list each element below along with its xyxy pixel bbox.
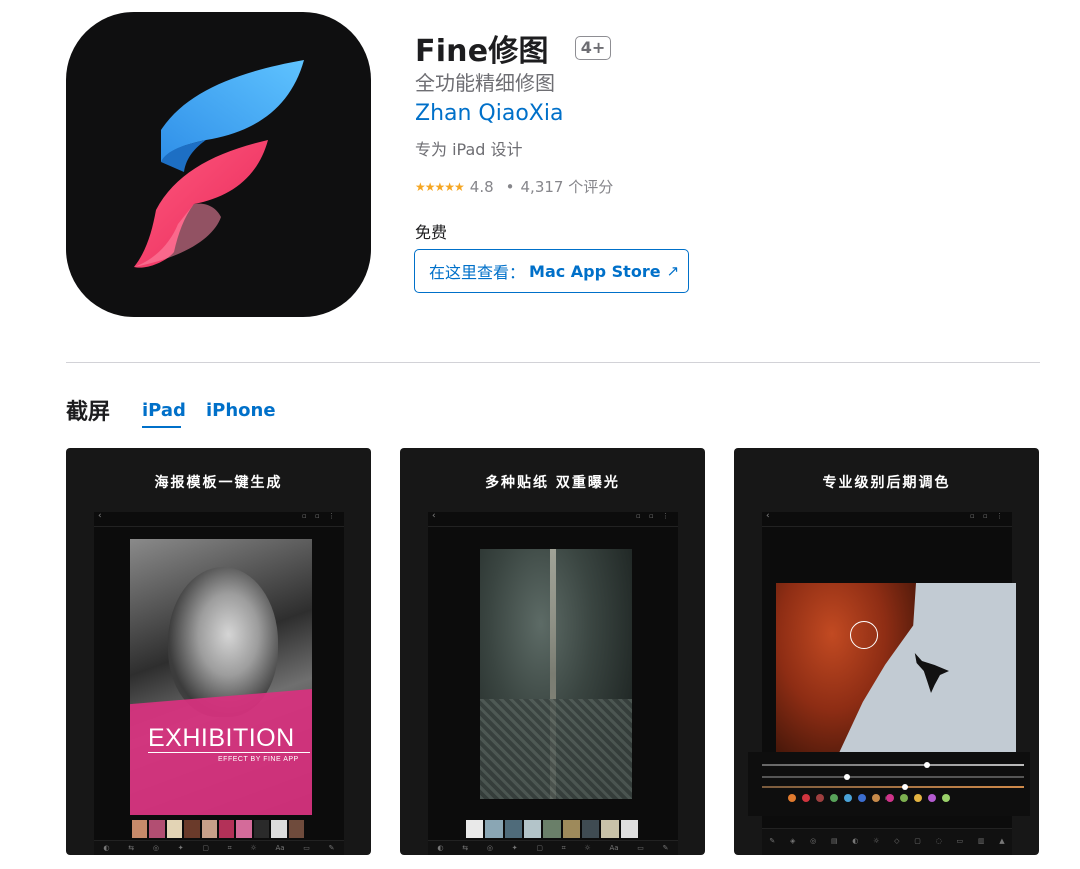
developer-link[interactable]: Zhan QiaoXia xyxy=(415,101,563,126)
climber-silhouette xyxy=(914,653,949,693)
rating-value: 4.8 xyxy=(469,177,494,196)
city-texture xyxy=(480,699,632,799)
editor-bottom-bar: ✎ ◈ ◎ ▤ ◐ ☼ ◇ ▢ ◌ ▭ ▥ ▲ xyxy=(762,828,1012,855)
app-subtitle: 全功能精细修图 xyxy=(415,71,555,95)
rating-count: 4,317 个评分 xyxy=(520,178,614,196)
designed-for-label: 专为 iPad 设计 xyxy=(415,140,523,159)
rating-stars-icon: ★★★★★ xyxy=(415,179,465,194)
device-screen: ‹ ▫ ▫ ⋮ HSL ✎◈◎▤◐☼◇▢◌▭▥▲ xyxy=(748,511,1030,855)
external-arrow-icon: ↗ xyxy=(666,262,680,280)
section-divider xyxy=(66,362,1040,363)
luminance-slider-knob[interactable] xyxy=(902,784,908,790)
back-icon: ‹ xyxy=(98,511,102,521)
screenshot-card-3[interactable]: 专业级别后期调色 ‹ ▫ ▫ ⋮ HSL ✎◈◎▤◐☼◇▢◌▭▥▲ xyxy=(734,448,1039,855)
tab-ipad[interactable]: iPad xyxy=(142,400,186,421)
tool-icons[interactable]: ◐ ⇆ ◎ ✦ ▢ ⌗ ☼ Aa ▭ ✎ xyxy=(94,844,344,853)
screenshot-card-2[interactable]: 多种贴纸 双重曝光 ‹ ▫ ▫ ⋮ ◐ ⇆ ◎ ✦ ▢ ⌗ ☼ Aa ▭ ✎ xyxy=(400,448,705,855)
toolbar-icons: ▫ ▫ ⋮ xyxy=(970,512,1006,520)
back-icon: ‹ xyxy=(432,511,436,521)
editor-top-bar: ‹ ▫ ▫ ⋮ xyxy=(762,511,1012,527)
app-title: Fine修图 xyxy=(415,34,549,69)
tab-iphone[interactable]: iPhone xyxy=(206,400,276,421)
view-in-mac-app-store-button[interactable]: 在这里查看： Mac App Store ↗ xyxy=(414,249,689,293)
toolbar-icons: ▫ ▫ ⋮ xyxy=(302,512,338,520)
price-label: 免费 xyxy=(415,223,448,242)
editor-top-bar: ‹ ▫ ▫ ⋮ xyxy=(428,511,678,527)
saturation-slider[interactable] xyxy=(762,774,1024,780)
screenshot-card-1[interactable]: 海报模板一键生成 ‹ ▫ ▫ ⋮ EXHIBITION EFFECT BY FI… xyxy=(66,448,371,855)
device-screen: ‹ ▫ ▫ ⋮ EXHIBITION EFFECT BY FINE APP ◐ ⇆… xyxy=(94,511,344,855)
selection-circle[interactable] xyxy=(850,621,878,649)
screenshot-caption: 海报模板一键生成 xyxy=(154,475,283,491)
saturation-slider-knob[interactable] xyxy=(844,774,850,780)
sticker-thumbnails[interactable] xyxy=(466,820,638,838)
template-thumbnails[interactable] xyxy=(132,820,305,838)
tool-icons[interactable]: ✎ ◈ ◎ ▤ ◐ ☼ ◇ ▢ ◌ ▭ ▥ ▲ xyxy=(762,837,1012,845)
screenshot-caption: 多种贴纸 双重曝光 xyxy=(485,475,620,491)
luminance-slider[interactable] xyxy=(762,784,1024,790)
separator-dot: • xyxy=(505,177,515,196)
hue-slider-knob[interactable] xyxy=(924,762,930,768)
hue-slider[interactable] xyxy=(762,762,1024,768)
poster-subtitle: EFFECT BY FINE APP xyxy=(218,756,299,763)
climbing-photo xyxy=(776,583,1016,753)
mac-button-store: Mac App Store xyxy=(529,261,661,281)
editor-bottom-bar: ◐ ⇆ ◎ ✦ ▢ ⌗ ☼ Aa ▭ ✎ xyxy=(94,840,344,855)
red-rock xyxy=(776,583,916,753)
back-icon: ‹ xyxy=(766,511,770,521)
poster-title: EXHIBITION xyxy=(148,724,295,752)
toolbar-icons: ▫ ▫ ⋮ xyxy=(636,512,672,520)
double-exposure-photo xyxy=(480,549,632,799)
hsl-adjust-panel: HSL xyxy=(748,752,1030,816)
app-icon xyxy=(66,12,371,317)
screenshots-title: 截屏 xyxy=(66,400,111,425)
screenshot-caption: 专业级别后期调色 xyxy=(822,475,951,491)
mac-button-prefix: 在这里查看： xyxy=(429,263,526,282)
device-screen: ‹ ▫ ▫ ⋮ ◐ ⇆ ◎ ✦ ▢ ⌗ ☼ Aa ▭ ✎ xyxy=(428,511,678,855)
tab-selected-indicator xyxy=(142,426,181,428)
age-rating-badge: 4+ xyxy=(574,36,612,60)
color-swatches[interactable] xyxy=(788,794,950,802)
poster-photo: EXHIBITION EFFECT BY FINE APP xyxy=(130,539,312,815)
fine-logo-icon xyxy=(134,60,304,268)
editor-top-bar: ‹ ▫ ▫ ⋮ xyxy=(94,511,344,527)
editor-bottom-bar: ◐ ⇆ ◎ ✦ ▢ ⌗ ☼ Aa ▭ ✎ xyxy=(428,840,678,855)
poster-rule xyxy=(148,752,310,753)
rating-row: ★★★★★ 4.8 • 4,317 个评分 xyxy=(415,176,613,197)
title-row: Fine修图 4+ xyxy=(415,26,612,70)
tool-icons[interactable]: ◐ ⇆ ◎ ✦ ▢ ⌗ ☼ Aa ▭ ✎ xyxy=(428,844,678,853)
